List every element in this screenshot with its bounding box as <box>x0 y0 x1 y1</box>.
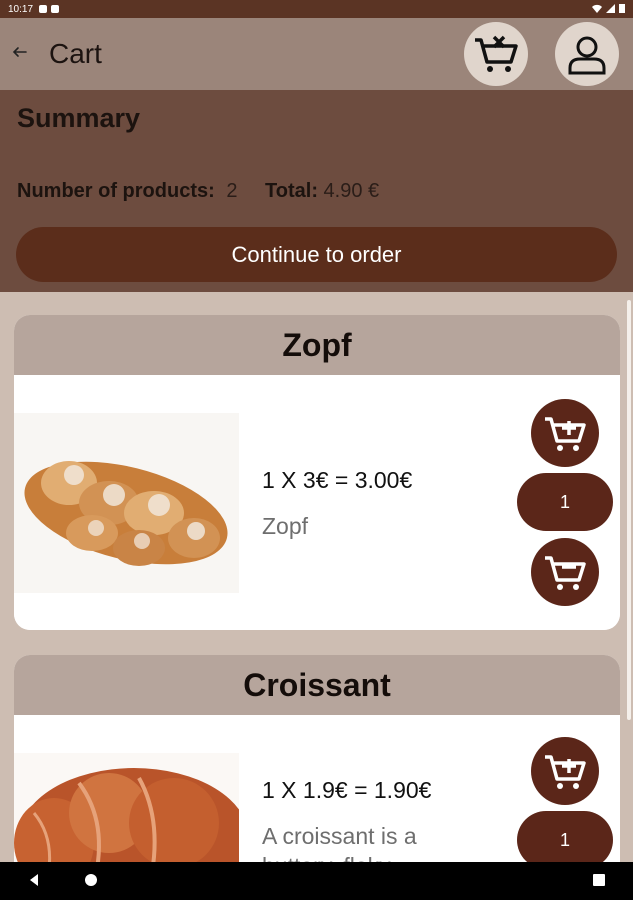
continue-to-order-button[interactable]: Continue to order <box>16 227 617 282</box>
zopf-image <box>14 413 239 593</box>
arrow-left-icon[interactable] <box>10 42 30 62</box>
person-icon <box>568 36 606 75</box>
add-to-cart-button[interactable] <box>531 399 599 467</box>
clear-cart-button[interactable] <box>464 22 528 86</box>
cart-plus-icon <box>545 417 586 451</box>
price-line: 1 X 3€ = 3.00€ <box>262 467 413 493</box>
nav-back-icon[interactable] <box>28 873 40 887</box>
summary-line: Number of products: 2 Total: 4.90 € <box>17 180 379 203</box>
quantity-field[interactable]: 1 <box>517 473 613 531</box>
price-line: 1 X 1.9€ = 1.90€ <box>262 777 432 803</box>
quantity-field[interactable]: 1 <box>517 811 613 869</box>
battery-icon <box>619 4 625 13</box>
app-bar: Cart <box>0 18 633 90</box>
signal-icon <box>606 3 615 13</box>
product-description: Zopf <box>262 513 309 539</box>
product-card: Zopf 1 X 3€ = 3.00€ Zopf 1 <box>14 315 620 630</box>
remove-from-cart-button[interactable] <box>531 538 599 606</box>
nav-recents-icon[interactable] <box>592 873 606 887</box>
products-count-label: Number of products: <box>17 180 215 202</box>
cart-plus-icon <box>545 755 586 789</box>
cart-minus-icon <box>545 556 586 590</box>
products-count-value: 2 <box>226 180 238 202</box>
add-to-cart-button[interactable] <box>531 737 599 805</box>
nav-home-icon[interactable] <box>84 873 98 887</box>
status-system-icons <box>592 3 625 13</box>
wifi-icon <box>592 4 602 13</box>
system-navigation-bar <box>0 862 633 900</box>
product-title: Zopf <box>14 315 620 375</box>
summary-heading: Summary <box>17 103 141 133</box>
status-bar: 10:17 <box>0 0 633 18</box>
product-title: Croissant <box>14 655 620 715</box>
cart-remove-icon <box>475 35 518 72</box>
scrollbar[interactable] <box>627 300 631 720</box>
total-label: Total: <box>265 180 318 202</box>
total-value: 4.90 € <box>323 180 380 202</box>
status-notification-icons <box>39 5 60 13</box>
status-time: 10:17 <box>8 3 34 15</box>
summary-panel: Summary Number of products: 2 Total: 4.9… <box>0 90 633 292</box>
profile-button[interactable] <box>555 22 619 86</box>
page-title: Cart <box>49 38 102 69</box>
